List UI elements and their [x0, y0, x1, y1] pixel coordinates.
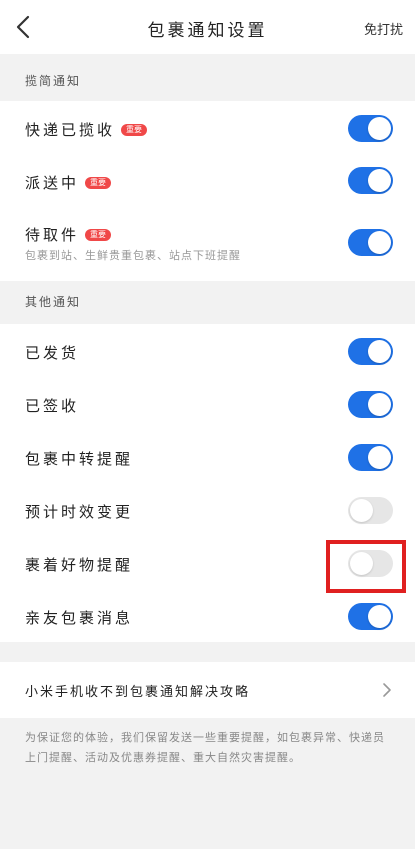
important-badge: 重要 [121, 124, 148, 136]
row-subtitle: 包裹到站、生鲜贵重包裹、站点下班提醒 [25, 249, 241, 262]
row-label: 已签收 [25, 397, 80, 415]
nav-header: 包裹通知设置 免打扰 [0, 0, 415, 54]
annotation-highlight-box [326, 540, 406, 593]
toggle-family-packages[interactable] [348, 603, 393, 630]
settings-row-pickup: 待取件 重要 包裹到站、生鲜贵重包裹、站点下班提醒 [0, 207, 415, 281]
toggle-knob [368, 169, 391, 192]
chevron-right-icon [383, 683, 391, 697]
section-header-other: 其他通知 [0, 281, 415, 324]
toggle-knob [368, 340, 391, 363]
settings-row-transfer: 包裹中转提醒 [0, 430, 415, 483]
page-title: 包裹通知设置 [147, 21, 268, 41]
section-header-courier: 揽简通知 [0, 54, 415, 101]
do-not-disturb-button[interactable]: 免打扰 [364, 19, 403, 38]
row-label: 已发货 [25, 344, 80, 362]
row-label: 派送中 重要 [25, 172, 112, 193]
toggle-delivering[interactable] [348, 167, 393, 194]
settings-row-signed: 已签收 [0, 377, 415, 430]
row-label: 快递已揽收 重要 [25, 119, 148, 140]
settings-row-shipped: 已发货 [0, 324, 415, 377]
help-link-row[interactable]: 小米手机收不到包裹通知解决攻略 [0, 662, 415, 718]
toggle-knob [368, 605, 391, 628]
courier-settings-group: 快递已揽收 重要 派送中 重要 待取件 重要 包裹到站、生鲜贵重包裹、站点下班提醒 [0, 101, 415, 281]
row-label: 裹着好物提醒 [25, 556, 134, 574]
help-link-label: 小米手机收不到包裹通知解决攻略 [25, 685, 251, 700]
toggle-collected[interactable] [348, 115, 393, 142]
toggle-signed[interactable] [348, 391, 393, 418]
important-badge: 重要 [85, 177, 112, 189]
settings-row-eta-change: 预计时效变更 [0, 483, 415, 536]
other-settings-group: 已发货 已签收 包裹中转提醒 预计时效变更 裹着好物提醒 亲友包裹消息 [0, 324, 415, 642]
row-label: 包裹中转提醒 [25, 450, 134, 468]
toggle-knob [368, 446, 391, 469]
settings-row-family-packages: 亲友包裹消息 [0, 589, 415, 642]
toggle-knob [368, 393, 391, 416]
row-label: 待取件 重要 [25, 224, 112, 245]
row-label: 亲友包裹消息 [25, 609, 134, 627]
section-label: 揽简通知 [25, 74, 82, 88]
footer-note: 为保证您的体验，我们保留发送一些重要提醒，如包裹异常、快递员上门提醒、活动及优惠… [25, 731, 385, 764]
settings-row-collected: 快递已揽收 重要 [0, 101, 415, 154]
toggle-eta-change[interactable] [348, 497, 393, 524]
toggle-knob [350, 499, 373, 522]
toggle-knob [368, 231, 391, 254]
row-label: 预计时效变更 [25, 503, 134, 521]
important-badge: 重要 [85, 229, 112, 241]
toggle-shipped[interactable] [348, 338, 393, 365]
toggle-transfer[interactable] [348, 444, 393, 471]
toggle-pickup[interactable] [348, 229, 393, 256]
toggle-knob [368, 117, 391, 140]
section-label: 其他通知 [25, 295, 82, 309]
settings-row-delivering: 派送中 重要 [0, 154, 415, 207]
